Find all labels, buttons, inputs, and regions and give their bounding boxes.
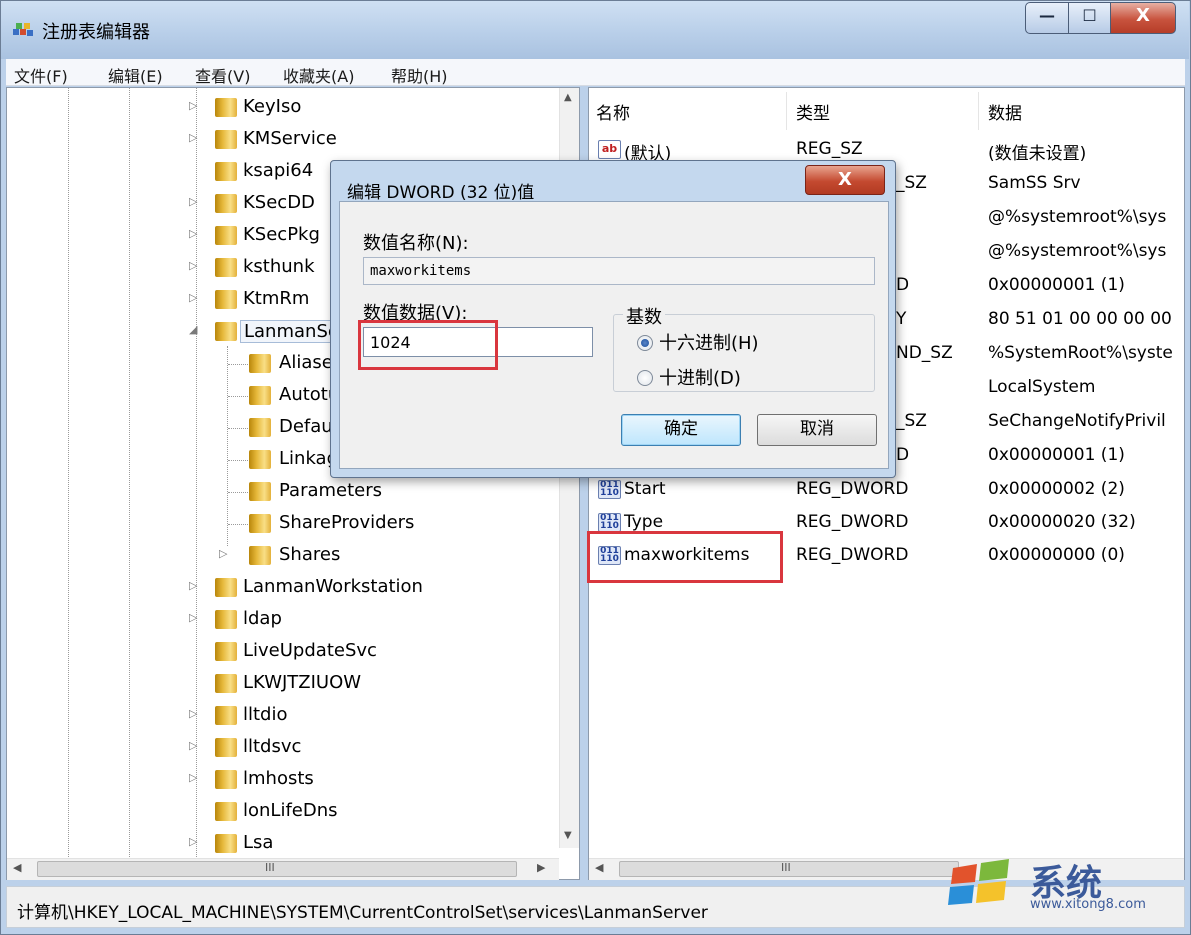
close-icon: X [838,169,852,190]
scroll-grip-icon: III [265,861,275,874]
folder-icon [215,770,237,789]
folder-icon [249,482,271,501]
string-value-icon: ab [598,140,621,159]
folder-icon [215,258,237,277]
folder-icon [249,386,271,405]
highlight-box-value-data [358,320,498,370]
value-name-label: 数值名称(N): [363,233,469,254]
folder-icon [249,546,271,565]
scroll-right-arrow-icon[interactable]: ▶ [537,861,545,874]
folder-icon [215,194,237,213]
expand-arrow-icon[interactable]: ▷ [189,291,197,304]
cancel-button[interactable]: 取消 [757,414,877,446]
dialog-close-button[interactable]: X [805,165,885,195]
expand-arrow-icon[interactable]: ▷ [189,99,197,112]
ok-button[interactable]: 确定 [621,414,741,446]
watermark-url: www.xitong8.com [1030,897,1146,912]
expand-arrow-icon[interactable]: ▷ [219,547,227,560]
expand-arrow-icon[interactable]: ▷ [189,227,197,240]
expand-arrow-icon[interactable]: ▷ [189,835,197,848]
binary-value-icon: 011 110 [598,513,621,532]
expand-arrow-icon[interactable]: ▷ [189,707,197,720]
highlight-box-value-name [587,531,783,583]
key-path: 计算机\HKEY_LOCAL_MACHINE\SYSTEM\CurrentCon… [17,903,708,923]
folder-icon [215,642,237,661]
menu-edit[interactable]: 编辑(E) [108,63,163,87]
menu-bar [6,59,1185,86]
dec-radio[interactable] [637,370,653,386]
folder-icon [215,674,237,693]
minimize-icon: — [1039,6,1055,25]
registry-editor-icon [13,23,33,36]
expand-arrow-icon[interactable]: ▷ [189,259,197,272]
folder-icon [215,706,237,725]
windows-logo-icon [948,859,1009,905]
menu-favorites[interactable]: 收藏夹(A) [283,63,354,87]
scroll-thumb[interactable] [37,861,517,877]
folder-icon [215,738,237,757]
hex-radio[interactable] [637,335,653,351]
tree-horizontal-scrollbar[interactable]: ◀ III ▶ [7,858,559,880]
list-row[interactable]: 011 110 Start REG_DWORD 0x00000002 (2) [596,476,1182,506]
edit-dword-dialog: 编辑 DWORD (32 位)值 X 数值名称(N): maxworkitems… [330,160,896,478]
window-title: 注册表编辑器 [42,22,150,43]
folder-icon [215,98,237,117]
folder-icon [215,130,237,149]
folder-icon [249,450,271,469]
menu-help[interactable]: 帮助(H) [391,63,448,87]
column-header-data[interactable]: 数据 [988,99,1022,135]
expand-arrow-icon[interactable]: ▷ [189,579,197,592]
expand-arrow-icon[interactable]: ▷ [189,739,197,752]
base-label: 基数 [623,303,665,329]
menu-file[interactable]: 文件(F) [14,63,68,87]
folder-icon [215,802,237,821]
expand-arrow-icon[interactable]: ▷ [189,131,197,144]
dialog-title: 编辑 DWORD (32 位)值 [347,183,535,203]
expand-arrow-icon[interactable]: ▷ [189,771,197,784]
expand-arrow-icon[interactable]: ▷ [189,195,197,208]
close-button[interactable]: X [1110,2,1176,34]
menu-view[interactable]: 查看(V) [195,63,250,87]
folder-icon [215,834,237,853]
column-header-name[interactable]: 名称 [596,99,630,135]
scroll-grip-icon: III [781,861,791,874]
folder-icon [215,610,237,629]
minimize-button[interactable]: — [1025,2,1069,34]
folder-icon [215,578,237,597]
value-name-field: maxworkitems [363,257,875,285]
close-icon: X [1136,5,1150,26]
folder-icon [249,514,271,533]
folder-icon [215,290,237,309]
folder-icon [249,354,271,373]
folder-icon [249,418,271,437]
folder-icon [215,162,237,181]
scroll-down-arrow-icon[interactable]: ▼ [564,830,572,841]
expand-arrow-icon[interactable]: ▷ [189,611,197,624]
maximize-button[interactable]: ☐ [1068,2,1111,34]
scroll-left-arrow-icon[interactable]: ◀ [13,861,21,874]
column-header-type[interactable]: 类型 [796,99,830,135]
scroll-up-arrow-icon[interactable]: ▲ [564,92,572,103]
folder-icon [215,226,237,245]
scroll-left-arrow-icon[interactable]: ◀ [595,861,603,874]
folder-icon [215,322,237,341]
maximize-icon: ☐ [1082,6,1097,25]
collapse-arrow-icon[interactable]: ◢ [189,323,197,336]
title-bar[interactable] [1,1,1189,59]
binary-value-icon: 011 110 [598,480,621,499]
